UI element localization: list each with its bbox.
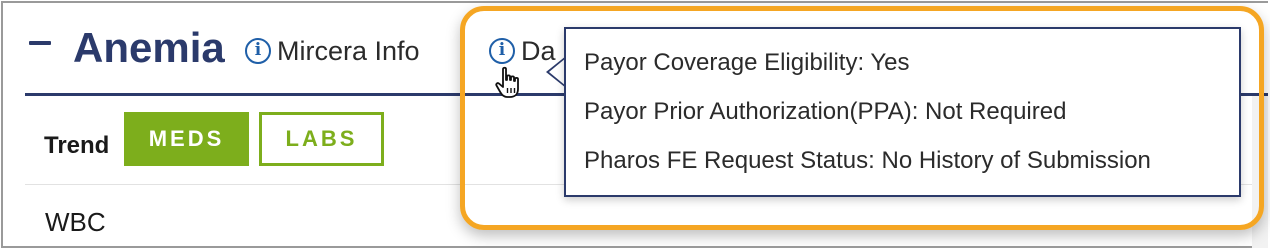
tooltip-prior-authorization: Payor Prior Authorization(PPA): Not Requ… (584, 98, 1067, 125)
info-icon: i (489, 38, 515, 64)
minus-icon[interactable] (29, 41, 51, 45)
tooltip-request-status: Pharos FE Request Status: No History of … (584, 147, 1151, 174)
row-label-wbc: WBC (45, 207, 106, 237)
section-title: Anemia (73, 24, 225, 71)
tab-meds[interactable]: MEDS (124, 112, 249, 166)
coverage-tooltip: Payor Coverage Eligibility: Yes Payor Pr… (564, 27, 1241, 197)
tab-labs[interactable]: LABS (259, 112, 384, 166)
mircera-info-label: Mircera Info (277, 36, 420, 66)
scrollbar[interactable] (1252, 96, 1268, 248)
info-icon: i (245, 38, 271, 64)
tooltip-coverage-eligibility: Payor Coverage Eligibility: Yes (584, 49, 910, 76)
trend-label: Trend (44, 132, 110, 159)
mircera-info-link[interactable]: i Mircera Info (245, 36, 420, 66)
